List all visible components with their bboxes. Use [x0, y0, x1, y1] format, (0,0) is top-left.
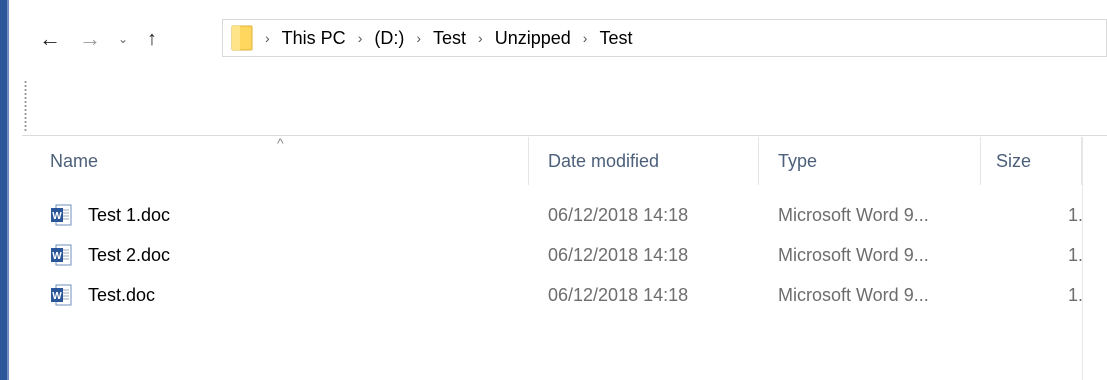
word-document-icon: W [51, 204, 72, 226]
back-arrow-icon: ← [39, 26, 61, 51]
navigation-bar: ← → ⌄ ↑ › This PC › (D:) › Test › Unzipp… [9, 0, 1107, 78]
pane-resize-grip[interactable] [24, 80, 27, 132]
scrollbar-track[interactable] [1082, 137, 1083, 380]
file-name[interactable]: Test.doc [88, 275, 155, 315]
column-header-date-modified[interactable]: Date modified [548, 137, 659, 185]
column-header-size[interactable]: Size [996, 137, 1031, 185]
file-type: Microsoft Word 9... [778, 244, 929, 265]
svg-text:W: W [52, 291, 62, 302]
recent-locations-button[interactable]: ⌄ [113, 24, 133, 54]
file-size: 1. [1068, 204, 1084, 225]
breadcrumb: › This PC › (D:) › Test › Unzipped › Tes… [265, 20, 632, 56]
breadcrumb-test-current[interactable]: Test [599, 28, 632, 49]
breadcrumb-separator[interactable]: › [416, 30, 421, 46]
file-name[interactable]: Test 2.doc [88, 235, 170, 275]
svg-text:W: W [52, 211, 62, 222]
breadcrumb-unzipped[interactable]: Unzipped [495, 28, 571, 49]
column-divider[interactable] [758, 137, 759, 185]
column-header-type[interactable]: Type [778, 137, 817, 185]
file-type: Microsoft Word 9... [778, 284, 929, 305]
word-document-icon: W [51, 244, 72, 266]
column-header-row: Name Date modified Type Size [22, 137, 1082, 185]
file-size: 1. [1068, 244, 1084, 265]
column-divider[interactable] [528, 137, 529, 185]
file-row[interactable]: W Test.doc 06/12/2018 14:18 Microsoft Wo… [22, 275, 1084, 315]
forward-button[interactable]: → [75, 24, 105, 54]
word-document-icon: W [51, 284, 72, 306]
file-row[interactable]: W Test 1.doc 06/12/2018 14:18 Microsoft … [22, 195, 1084, 235]
file-size: 1. [1068, 284, 1084, 305]
chevron-down-icon: ⌄ [117, 32, 129, 46]
svg-text:W: W [52, 251, 62, 262]
header-divider [22, 135, 1107, 136]
column-divider[interactable] [980, 137, 981, 185]
back-button[interactable]: ← [33, 24, 67, 54]
file-name[interactable]: Test 1.doc [88, 195, 170, 235]
up-arrow-icon: ↑ [147, 27, 157, 50]
file-date-modified: 06/12/2018 14:18 [548, 284, 689, 305]
forward-arrow-icon: → [79, 26, 101, 51]
breadcrumb-drive-d[interactable]: (D:) [374, 28, 404, 49]
column-header-name[interactable]: Name [50, 137, 98, 185]
breadcrumb-this-pc[interactable]: This PC [282, 28, 346, 49]
folder-icon [231, 25, 253, 51]
breadcrumb-separator[interactable]: › [265, 30, 270, 46]
file-date-modified: 06/12/2018 14:18 [548, 244, 689, 265]
file-type: Microsoft Word 9... [778, 204, 929, 225]
file-list: W Test 1.doc 06/12/2018 14:18 Microsoft … [22, 195, 1084, 315]
breadcrumb-separator[interactable]: › [478, 30, 483, 46]
address-bar[interactable]: › This PC › (D:) › Test › Unzipped › Tes… [222, 19, 1107, 57]
file-date-modified: 06/12/2018 14:18 [548, 204, 689, 225]
breadcrumb-separator[interactable]: › [583, 30, 588, 46]
up-button[interactable]: ↑ [137, 24, 167, 54]
file-row[interactable]: W Test 2.doc 06/12/2018 14:18 Microsoft … [22, 235, 1084, 275]
window-left-border [0, 0, 7, 380]
breadcrumb-separator[interactable]: › [358, 30, 363, 46]
breadcrumb-test[interactable]: Test [433, 28, 466, 49]
